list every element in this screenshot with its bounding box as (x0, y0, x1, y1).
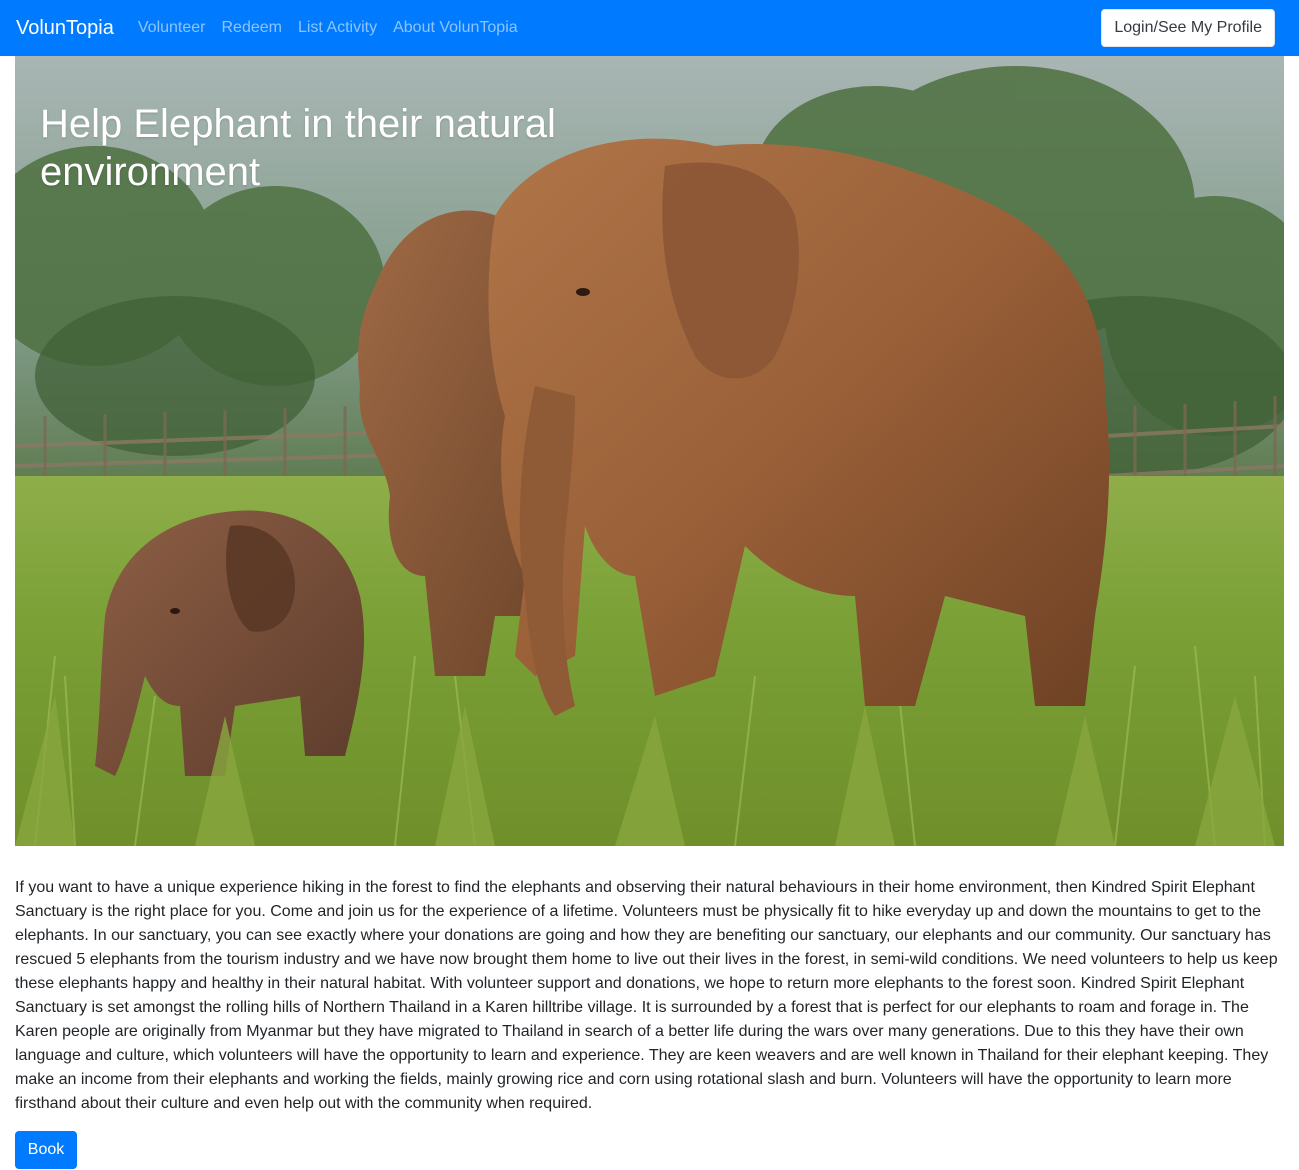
brand-link[interactable]: VolunTopia (16, 18, 114, 38)
nav-link-volunteer[interactable]: Volunteer (130, 20, 214, 36)
navbar: VolunTopia Volunteer Redeem List Activit… (0, 0, 1299, 56)
nav-link-list-activity[interactable]: List Activity (290, 20, 385, 36)
nav-link-redeem[interactable]: Redeem (213, 20, 289, 36)
hero-banner: Help Elephant in their natural environme… (15, 56, 1284, 846)
book-button[interactable]: Book (15, 1131, 77, 1169)
nav-link-about[interactable]: About VolunTopia (385, 20, 526, 36)
activity-description: If you want to have a unique experience … (15, 879, 1278, 1112)
hero-title: Help Elephant in their natural environme… (40, 102, 556, 194)
nav-links: Volunteer Redeem List Activity About Vol… (130, 20, 526, 36)
login-profile-button[interactable]: Login/See My Profile (1101, 9, 1275, 47)
